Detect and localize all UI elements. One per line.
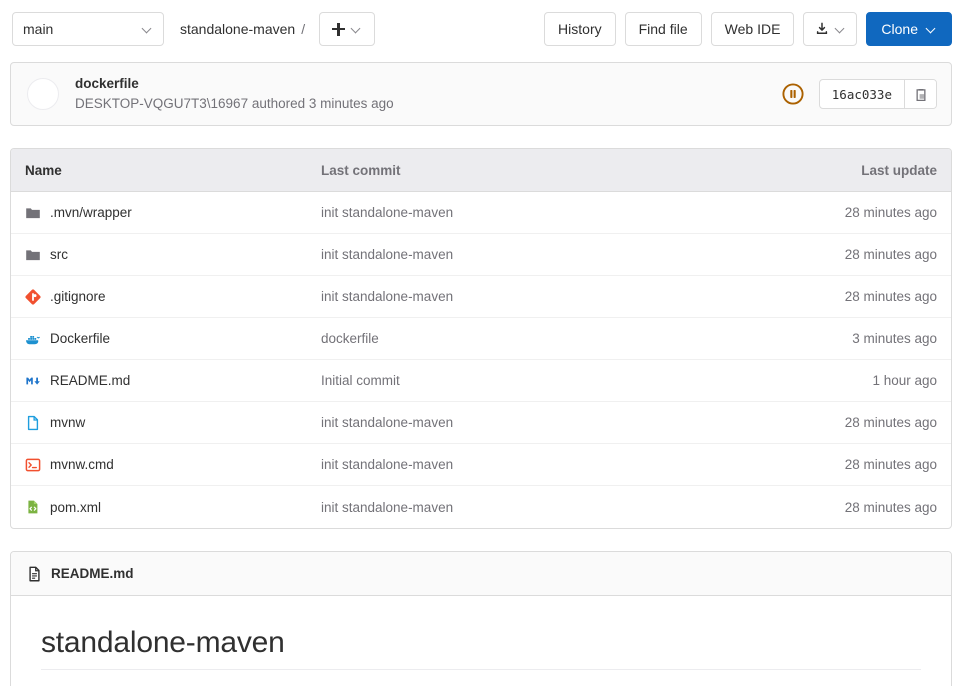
table-row[interactable]: .gitignore init standalone-maven 28 minute… [11, 276, 951, 318]
file-link[interactable]: .gitignore [50, 289, 106, 304]
column-header-last-commit: Last commit [321, 162, 401, 178]
file-name-cell: src [11, 247, 321, 263]
file-name-cell: mvnw.cmd [11, 457, 321, 473]
file-name-cell: .gitignore [11, 288, 321, 305]
last-update-cell: 1 hour ago [872, 373, 937, 388]
commit-message[interactable]: dockerfile [75, 75, 394, 93]
web-ide-button[interactable]: Web IDE [710, 12, 795, 46]
last-update-cell: 3 minutes ago [852, 331, 937, 346]
copy-to-clipboard-icon [915, 88, 926, 101]
git-icon [25, 288, 41, 305]
plus-icon [332, 22, 346, 36]
table-row[interactable]: src init standalone-maven 28 minutes ago [11, 234, 951, 276]
commit-sha[interactable]: 16ac033e [820, 80, 904, 108]
commit-actions: 16ac033e [781, 79, 937, 109]
readme-filename[interactable]: README.md [51, 566, 134, 581]
table-body: .mvn/wrapper init standalone-maven 28 minu… [11, 192, 951, 528]
readme-header: README.md [11, 552, 951, 596]
table-row[interactable]: README.md Initial commit 1 hour ago [11, 360, 951, 402]
last-commit-cell[interactable]: dockerfile [321, 331, 781, 346]
commit-author-time: DESKTOP-VQGU7T3\16967 authored 3 minutes… [75, 96, 394, 111]
last-commit-cell[interactable]: init standalone-maven [321, 415, 781, 430]
table-row[interactable]: pom.xml init standalone-maven 28 minutes a… [11, 486, 951, 528]
document-icon [29, 566, 40, 581]
avatar [27, 78, 59, 110]
table-row[interactable]: mvnw.cmd init standalone-maven 28 minutes … [11, 444, 951, 486]
last-commit-card: dockerfile DESKTOP-VQGU7T3\16967 authore… [10, 62, 952, 126]
branch-name: main [23, 21, 54, 37]
table-row[interactable]: .mvn/wrapper init standalone-maven 28 minu… [11, 192, 951, 234]
docker-icon [25, 331, 41, 347]
file-name-cell: pom.xml [11, 499, 321, 515]
repository-file-table: Name Last commit Last update .mvn/wrappe… [10, 148, 952, 529]
folder-icon [25, 247, 41, 263]
last-update-cell: 28 minutes ago [844, 205, 937, 220]
file-link[interactable]: Dockerfile [50, 331, 110, 346]
clone-button[interactable]: Clone [866, 12, 952, 46]
commit-info: dockerfile DESKTOP-VQGU7T3\16967 authore… [75, 75, 394, 113]
download-icon [816, 22, 828, 35]
pipeline-pending-icon[interactable] [781, 82, 805, 106]
markdown-icon [25, 373, 41, 389]
last-update-cell: 28 minutes ago [844, 247, 937, 262]
file-icon [25, 415, 41, 431]
last-commit-cell[interactable]: init standalone-maven [321, 457, 781, 472]
table-row[interactable]: Dockerfile dockerfile 3 minutes ago [11, 318, 951, 360]
file-link[interactable]: mvnw.cmd [50, 457, 114, 472]
file-link[interactable]: pom.xml [50, 500, 101, 515]
file-link[interactable]: mvnw [50, 415, 85, 430]
breadcrumb: standalone-maven / [180, 21, 309, 37]
last-commit-cell[interactable]: init standalone-maven [321, 247, 781, 262]
console-icon [25, 457, 41, 473]
last-update-cell: 28 minutes ago [844, 499, 937, 515]
last-update-cell: 28 minutes ago [844, 289, 937, 304]
folder-icon [25, 205, 41, 221]
file-link[interactable]: .mvn/wrapper [50, 205, 132, 220]
last-update-cell: 28 minutes ago [844, 415, 937, 430]
repository-toolbar: main standalone-maven / History Find file… [0, 0, 962, 58]
chevron-down-icon [143, 24, 153, 34]
last-commit-cell[interactable]: init standalone-maven [321, 289, 781, 304]
chevron-down-icon [352, 24, 362, 34]
find-file-button[interactable]: Find file [624, 12, 702, 46]
breadcrumb-separator: / [301, 21, 306, 37]
branch-selector[interactable]: main [12, 12, 164, 46]
column-header-name: Name [25, 162, 62, 178]
last-update-cell: 28 minutes ago [844, 457, 937, 472]
file-link[interactable]: README.md [50, 373, 130, 388]
readme-content: standalone-maven maven单体项目 [11, 596, 951, 686]
column-header-last-update: Last update [861, 162, 937, 178]
table-row[interactable]: mvnw init standalone-maven 28 minutes ago [11, 402, 951, 444]
history-button[interactable]: History [544, 12, 616, 46]
xml-file-icon [25, 499, 41, 515]
file-name-cell: .mvn/wrapper [11, 205, 321, 221]
file-name-cell: README.md [11, 373, 321, 389]
clone-label: Clone [881, 21, 918, 37]
file-name-cell: Dockerfile [11, 331, 321, 347]
table-header-row: Name Last commit Last update [11, 149, 951, 192]
file-link[interactable]: src [50, 247, 68, 262]
last-commit-cell[interactable]: init standalone-maven [321, 205, 781, 220]
chevron-down-icon [836, 24, 846, 34]
file-name-cell: mvnw [11, 415, 321, 431]
last-commit-cell[interactable]: Initial commit [321, 373, 781, 388]
add-to-tree-button[interactable] [319, 12, 376, 46]
chevron-down-icon [927, 24, 937, 34]
breadcrumb-project[interactable]: standalone-maven [180, 21, 295, 37]
last-commit-cell[interactable]: init standalone-maven [321, 500, 781, 515]
readme-heading: standalone-maven [41, 626, 921, 670]
commit-sha-group: 16ac033e [818, 79, 937, 109]
download-button[interactable] [803, 12, 858, 46]
readme-panel: README.md standalone-maven maven单体项目 [10, 551, 952, 686]
copy-sha-button[interactable] [904, 80, 936, 108]
